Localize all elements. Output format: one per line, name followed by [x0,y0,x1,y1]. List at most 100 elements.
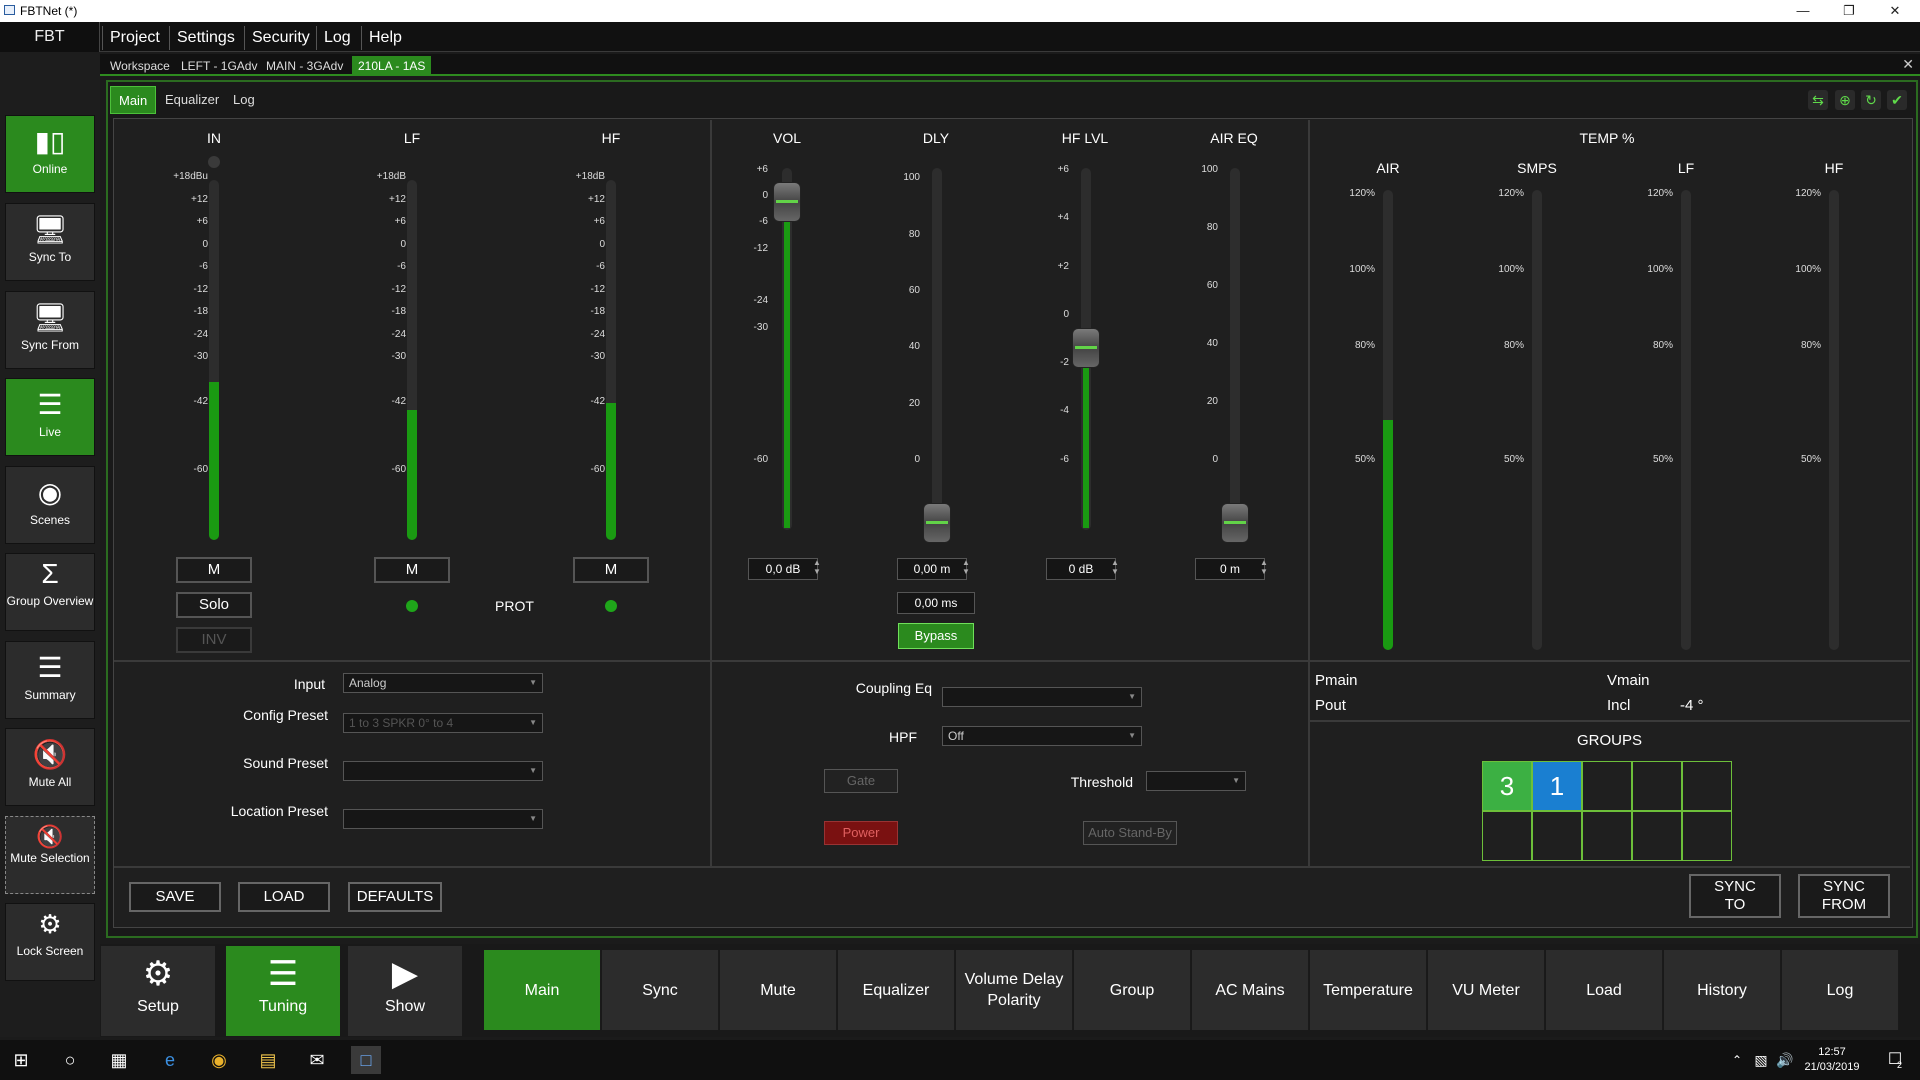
bottom-tab[interactable]: Temperature [1310,950,1427,1030]
group-cell[interactable] [1532,811,1582,861]
group-cell[interactable] [1632,811,1682,861]
bottom-tab[interactable]: Sync [602,950,719,1030]
mail-icon[interactable]: ✉ [302,1046,332,1074]
setup-button[interactable]: ⚙ Setup [101,946,215,1036]
edge-browser-icon[interactable]: e [155,1046,185,1074]
subtab-equalizer[interactable]: Equalizer [157,86,227,114]
sidebar-group-overview-button[interactable]: Σ Group Overview [5,553,95,631]
menu-log[interactable]: Log [316,26,358,50]
menu-security[interactable]: Security [244,26,317,50]
clock[interactable]: 12:57 21/03/2019 [1797,1045,1867,1075]
sidebar-sync-from-button[interactable]: 🖥 Sync From [5,291,95,369]
bottom-tab[interactable]: Group [1074,950,1191,1030]
close-icon[interactable]: ✕ [1872,0,1918,22]
group-cell[interactable] [1482,811,1532,861]
vol-fader-track[interactable] [782,168,792,530]
bottom-tab[interactable]: Main [484,950,601,1030]
auto-standby-button[interactable]: Auto Stand-By [1083,821,1177,845]
sync-to-button[interactable]: SYNC TO [1689,874,1781,918]
bottom-tab[interactable]: Load [1546,950,1663,1030]
bypass-button[interactable]: Bypass [898,623,974,649]
power-button[interactable]: Power [824,821,898,845]
tab-left[interactable]: LEFT - 1GAdv [175,56,263,76]
file-explorer-icon[interactable]: ▤ [253,1046,283,1074]
location-preset-select[interactable]: ▼ [343,809,543,829]
tab-main[interactable]: MAIN - 3GAdv [260,56,349,76]
sidebar-online-button[interactable]: ▮▯ Online [5,115,95,193]
config-preset-select[interactable]: 1 to 3 SPKR 0° to 4 ▼ [343,713,543,733]
bottom-tab[interactable]: AC Mains [1192,950,1309,1030]
group-cell[interactable] [1632,761,1682,811]
dly-fader-track[interactable] [932,168,942,530]
gate-button[interactable]: Gate [824,769,898,793]
vol-fader-knob[interactable] [773,182,801,222]
group-cell[interactable] [1682,811,1732,861]
sidebar-mute-all-button[interactable]: 🔇 Mute All [5,728,95,806]
hflvl-spinner[interactable]: ▲ ▼ [1110,558,1120,576]
notifications-icon[interactable]: ☐ [1880,1046,1910,1074]
windows-start-icon[interactable]: ⊞ [6,1046,36,1074]
save-button[interactable]: SAVE [129,882,221,912]
dly-fader-knob[interactable] [923,503,951,543]
sidebar-summary-button[interactable]: ☰ Summary [5,641,95,719]
sidebar-sync-to-button[interactable]: 🖥 Sync To [5,203,95,281]
show-button[interactable]: ▶ Show [348,946,462,1036]
group-cell[interactable]: 3 [1482,761,1532,811]
hflvl-fader-knob[interactable] [1072,328,1100,368]
aireq-spinner[interactable]: ▲ ▼ [1259,558,1269,576]
bottom-tab[interactable]: Log [1782,950,1899,1030]
sound-preset-select[interactable]: ▼ [343,761,543,781]
swap-icon[interactable]: ⇆ [1808,90,1828,110]
vol-spinner[interactable]: ▲ ▼ [812,558,822,576]
threshold-select[interactable]: ▼ [1146,771,1246,791]
aireq-value-field[interactable]: 0 m [1195,558,1265,580]
in-mute-button[interactable]: M [176,557,252,583]
bottom-tab[interactable]: History [1664,950,1781,1030]
bottom-tab[interactable]: Mute [720,950,837,1030]
subtab-main[interactable]: Main [110,86,157,114]
group-cell[interactable] [1582,761,1632,811]
coupling-eq-select[interactable]: ▼ [942,687,1142,707]
lf-mute-button[interactable]: M [374,557,450,583]
tab-workspace[interactable]: Workspace [104,56,176,76]
close-tab-icon[interactable]: ✕ [1902,56,1914,73]
tuning-fork-icon[interactable]: ⊕ [1835,90,1855,110]
hpf-select[interactable]: Off ▼ [942,726,1142,746]
volume-icon[interactable]: 🔊 [1770,1046,1800,1074]
sidebar-live-button[interactable]: ☰ Live [5,378,95,456]
subtab-log[interactable]: Log [225,86,263,114]
check-icon[interactable]: ✔ [1887,90,1907,110]
minimize-icon[interactable]: — [1780,0,1826,22]
sidebar-lock-screen-button[interactable]: ⚙ Lock Screen [5,903,95,981]
group-cell[interactable] [1682,761,1732,811]
bottom-tab[interactable]: Volume Delay Polarity [956,950,1073,1030]
tab-210la[interactable]: 210LA - 1AS [352,56,432,76]
dly-value-field[interactable]: 0,00 m [897,558,967,580]
group-cell[interactable] [1582,811,1632,861]
bottom-tab[interactable]: VU Meter [1428,950,1545,1030]
defaults-button[interactable]: DEFAULTS [348,882,442,912]
aireq-fader-track[interactable] [1230,168,1240,530]
menu-settings[interactable]: Settings [169,26,242,50]
sidebar-mute-selection-button[interactable]: 🔇 Mute Selection [5,816,95,894]
hf-mute-button[interactable]: M [573,557,649,583]
chrome-browser-icon[interactable]: ◉ [204,1046,234,1074]
inv-button[interactable]: INV [176,627,252,653]
refresh-icon[interactable]: ↻ [1861,90,1881,110]
dly-spinner[interactable]: ▲ ▼ [961,558,971,576]
tuning-button[interactable]: ☰ Tuning [226,946,340,1036]
vol-value-field[interactable]: 0,0 dB [748,558,818,580]
fbtnet-app-icon[interactable]: □ [351,1046,381,1074]
task-view-icon[interactable]: ▦ [104,1046,134,1074]
input-select[interactable]: Analog ▼ [343,673,543,693]
aireq-fader-knob[interactable] [1221,503,1249,543]
search-icon[interactable]: ○ [55,1046,85,1074]
solo-button[interactable]: Solo [176,592,252,618]
group-cell[interactable]: 1 [1532,761,1582,811]
menu-project[interactable]: Project [102,26,167,50]
load-button[interactable]: LOAD [238,882,330,912]
bottom-tab[interactable]: Equalizer [838,950,955,1030]
maximize-icon[interactable]: ❐ [1826,0,1872,22]
sidebar-scenes-button[interactable]: ◉ Scenes [5,466,95,544]
sync-from-button[interactable]: SYNC FROM [1798,874,1890,918]
